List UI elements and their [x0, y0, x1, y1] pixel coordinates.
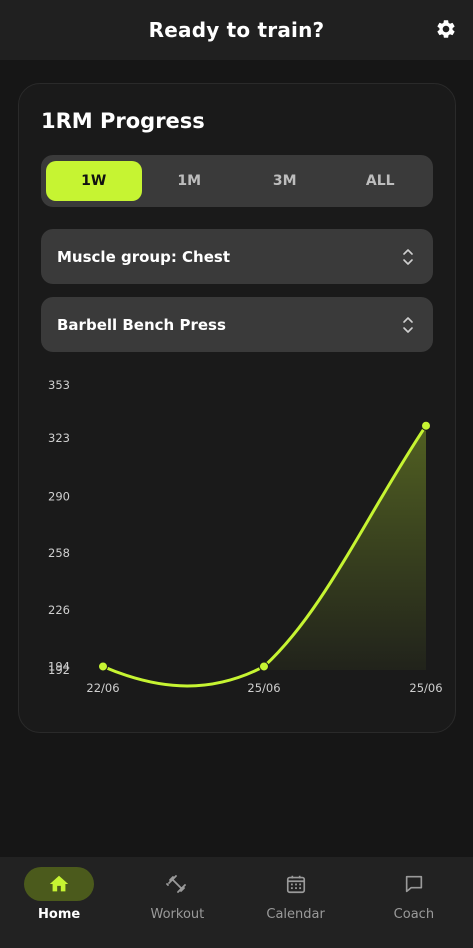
page-title: Ready to train? [148, 18, 325, 42]
progress-card: 1RM Progress 1W 1M 3M ALL Muscle group: … [18, 83, 456, 733]
app-header: Ready to train? [0, 0, 473, 60]
nav-workout[interactable]: Workout [118, 857, 236, 948]
y-tick-label: 226 [48, 603, 70, 617]
nav-coach[interactable]: Coach [355, 857, 473, 948]
x-tick-label: 22/06 [86, 681, 119, 695]
data-point[interactable] [98, 661, 108, 672]
nav-label: Calendar [266, 907, 325, 922]
progress-chart: 19419222625829032335322/06 25/06 25/06 [48, 378, 443, 695]
settings-button[interactable] [433, 16, 459, 42]
nav-label: Home [38, 907, 81, 922]
y-tick-label: 353 [48, 378, 70, 392]
dumbbell-icon [166, 875, 187, 893]
bottom-nav: Home Workout Calendar Coach [0, 857, 473, 948]
calendar-icon [286, 875, 305, 894]
y-tick-label: 258 [48, 546, 70, 560]
chat-icon [405, 875, 423, 893]
nav-label: Coach [393, 907, 435, 922]
data-point[interactable] [259, 661, 269, 672]
home-icon [49, 875, 69, 892]
nav-label: Workout [150, 907, 205, 922]
data-point[interactable] [421, 420, 431, 431]
y-tick-label: 290 [48, 490, 70, 504]
x-tick-label: 25/06 [409, 681, 442, 695]
y-tick-label: 323 [48, 431, 70, 445]
gear-icon [437, 20, 455, 38]
y-tick-label: 192 [48, 663, 70, 677]
nav-calendar[interactable]: Calendar [237, 857, 355, 948]
x-tick-label: 25/06 [247, 681, 280, 695]
nav-home[interactable]: Home [0, 857, 118, 948]
